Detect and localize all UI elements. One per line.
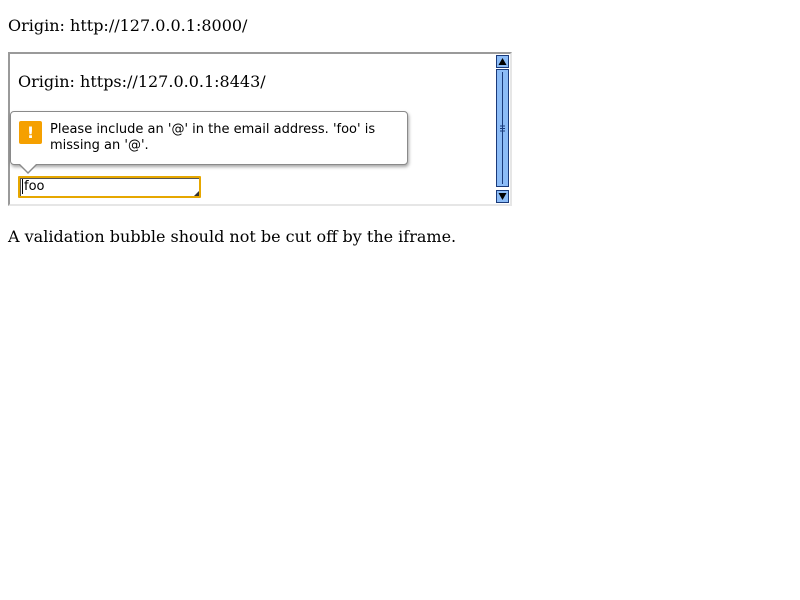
- arrow-up-icon: [498, 58, 507, 65]
- scroll-thumb[interactable]: [496, 69, 509, 187]
- outer-origin-label: Origin: http://127.0.0.1:8000/: [8, 16, 248, 35]
- email-field[interactable]: foo: [18, 176, 201, 198]
- warning-icon: !: [19, 121, 42, 144]
- validation-bubble: ! Please include an '@' in the email add…: [10, 111, 408, 165]
- scroll-up-button[interactable]: [496, 55, 509, 68]
- email-field-value: foo: [22, 179, 45, 194]
- grip-icon: [500, 125, 505, 132]
- iframe-origin-label: Origin: https://127.0.0.1:8443/: [18, 72, 266, 91]
- resize-grip-icon[interactable]: [194, 191, 199, 196]
- iframe-scrollbar[interactable]: [495, 54, 510, 204]
- scroll-down-button[interactable]: [496, 190, 509, 203]
- validation-message: Please include an '@' in the email addre…: [50, 122, 376, 153]
- bubble-pointer-fill: [20, 164, 36, 172]
- caption-text: A validation bubble should not be cut of…: [8, 227, 457, 246]
- arrow-down-icon: [498, 193, 507, 200]
